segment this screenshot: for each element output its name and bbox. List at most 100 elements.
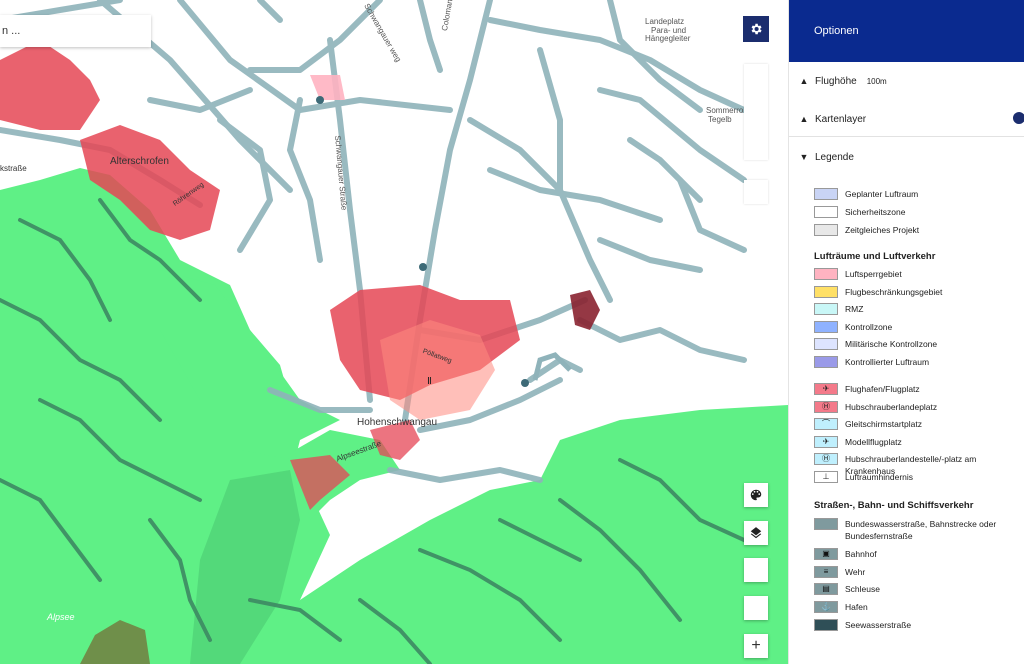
legend-item: ≡ Wehr xyxy=(814,566,1024,578)
airspace-heading: Lufträume und Luftverkehr xyxy=(814,251,936,262)
hospital-helipad-icon: Ⓗ xyxy=(822,454,830,464)
legende-row[interactable]: ▼ Legende xyxy=(789,148,1024,166)
map-label: Hängegleiter xyxy=(645,34,691,43)
legend-label: Zeitgleiches Projekt xyxy=(845,225,920,235)
legend-swatch xyxy=(814,338,838,351)
legend-label: Sicherheitszone xyxy=(845,207,906,217)
legend-label: Schleuse xyxy=(845,584,880,594)
obstacle-icon: ⊥ xyxy=(822,472,830,481)
airplane-icon: ✈ xyxy=(822,384,830,393)
settlement-area xyxy=(570,290,600,330)
flughoehe-value: 100m xyxy=(866,76,887,86)
legend-item: ⊥ Luftraumhindernis xyxy=(814,471,1024,483)
map-label: Hohenschwangau xyxy=(357,417,438,428)
toggle-knob xyxy=(1013,112,1024,124)
map-side-panel xyxy=(744,64,768,160)
kartenlayer-row[interactable]: ▲ Kartenlayer xyxy=(789,110,1024,128)
legend-swatch: ▤ xyxy=(814,583,838,595)
chevron-up-icon: ▲ xyxy=(799,76,809,86)
kartenlayer-label: Kartenlayer xyxy=(815,113,867,125)
legend-label: RMZ xyxy=(845,304,864,315)
legend-label: Flughafen/Flugplatz xyxy=(845,384,920,394)
legend-item: Seewasserstraße xyxy=(814,619,1024,631)
map-control-button[interactable] xyxy=(744,558,768,582)
legend-item: Bundeswasserstraße, Bahnstrecke oder Bun… xyxy=(814,518,1024,542)
layers-icon xyxy=(750,527,762,539)
map-label: Alpsee xyxy=(47,612,75,622)
legend-swatch xyxy=(814,206,838,218)
anchor-icon: ⚓ xyxy=(821,602,831,611)
zoom-in-button[interactable]: + xyxy=(744,634,768,658)
legend-item: ▣ Bahnhof xyxy=(814,548,1024,560)
legend-item: Flugbeschränkungsgebiet xyxy=(814,285,1024,298)
legend-swatch: ⚓ xyxy=(814,601,838,613)
weir-icon: ≡ xyxy=(823,567,829,576)
legend-label: Seewasserstraße xyxy=(845,620,912,630)
chevron-up-icon: ▲ xyxy=(799,114,809,124)
legend-swatch xyxy=(814,619,838,631)
settlement-area xyxy=(0,40,100,130)
legend-label: Gleitschirmstartplatz xyxy=(845,419,922,430)
legend-item: Ⓗ Hubschrauberlandeplatz xyxy=(814,400,1024,413)
legend-item: Kontrollierter Luftraum xyxy=(814,356,1024,368)
legend-swatch xyxy=(814,518,838,530)
legend-item: Sicherheitszone xyxy=(814,206,1024,218)
map-label: Alterschrofen xyxy=(110,156,169,167)
search-input[interactable] xyxy=(0,24,144,38)
legend-label: Luftsperrgebiet xyxy=(845,269,902,279)
palette-icon xyxy=(750,489,762,501)
map-label: kstraße xyxy=(0,164,27,173)
legend-item: ⌒ Gleitschirmstartplatz xyxy=(814,418,1024,431)
helipad-icon: Ⓗ xyxy=(822,401,830,411)
search-box xyxy=(0,15,151,47)
legend-label: Wehr xyxy=(845,567,866,577)
traffic-heading: Straßen-, Bahn- und Schiffsverkehr xyxy=(814,500,974,511)
map-side-panel xyxy=(744,180,768,204)
legend-swatch: ✈ xyxy=(814,435,838,448)
gear-icon xyxy=(751,23,762,35)
map-label: Tegelb xyxy=(708,115,732,124)
legende-label: Legende xyxy=(815,151,854,163)
legend-swatch: Ⓗ xyxy=(814,453,838,466)
legend-swatch: ⊥ xyxy=(814,471,838,483)
legend-swatch xyxy=(814,268,838,280)
map-label: Sommerro xyxy=(706,106,744,115)
model-plane-icon: ✈ xyxy=(822,436,830,446)
panel-header: Optionen xyxy=(789,0,1024,62)
map-canvas[interactable]: Ⅱ Landeplatz Para- und Hängegleiter Somm… xyxy=(0,0,788,664)
paraglider-icon: ⌒ xyxy=(822,419,830,429)
legend-label: Hubschrauberlandeplatz xyxy=(845,401,938,412)
legend-swatch: ⌒ xyxy=(814,418,838,431)
layers-button[interactable] xyxy=(744,521,768,545)
kartenlayer-toggle[interactable] xyxy=(1013,112,1024,124)
legend-label: Kontrollzone xyxy=(845,321,893,332)
legend-item: Zeitgleiches Projekt xyxy=(814,224,1024,236)
map-control-button[interactable] xyxy=(744,596,768,620)
legend-item: ✈ Modellflugplatz xyxy=(814,435,1024,448)
legend-item: ⚓ Hafen xyxy=(814,601,1024,613)
legend-label: Hafen xyxy=(845,602,868,612)
panel-title: Optionen xyxy=(814,25,859,37)
legend-label: Luftraumhindernis xyxy=(845,472,914,482)
legend-label: Bahnhof xyxy=(845,549,877,559)
flughoehe-label: Flughöhe xyxy=(815,75,857,87)
legend-swatch xyxy=(814,224,838,236)
flughoehe-row[interactable]: ▲ Flughöhe 100m xyxy=(789,72,1024,90)
legend-label: Bundeswasserstraße, Bahnstrecke oder Bun… xyxy=(845,519,997,541)
options-panel: Optionen ▲ Flughöhe 100m ▲ Kartenlayer ▼… xyxy=(788,0,1024,664)
lock-icon: ▤ xyxy=(822,584,830,593)
map-label: Landeplatz xyxy=(645,17,685,26)
legend-swatch: ▣ xyxy=(814,548,838,560)
legend-swatch xyxy=(814,320,838,333)
restricted-zone xyxy=(380,320,495,420)
legend-label: Modellflugplatz xyxy=(845,436,902,447)
legend-label: Militärische Kontrollzone xyxy=(845,339,938,350)
legend-label: Geplanter Luftraum xyxy=(845,189,919,199)
settings-button[interactable] xyxy=(743,16,769,42)
legend-item: Geplanter Luftraum xyxy=(814,188,1024,200)
palette-button[interactable] xyxy=(744,483,768,507)
legend-swatch xyxy=(814,285,838,298)
chevron-down-icon: ▼ xyxy=(799,152,809,162)
legend-swatch: ≡ xyxy=(814,566,838,578)
legend-item: RMZ xyxy=(814,303,1024,316)
